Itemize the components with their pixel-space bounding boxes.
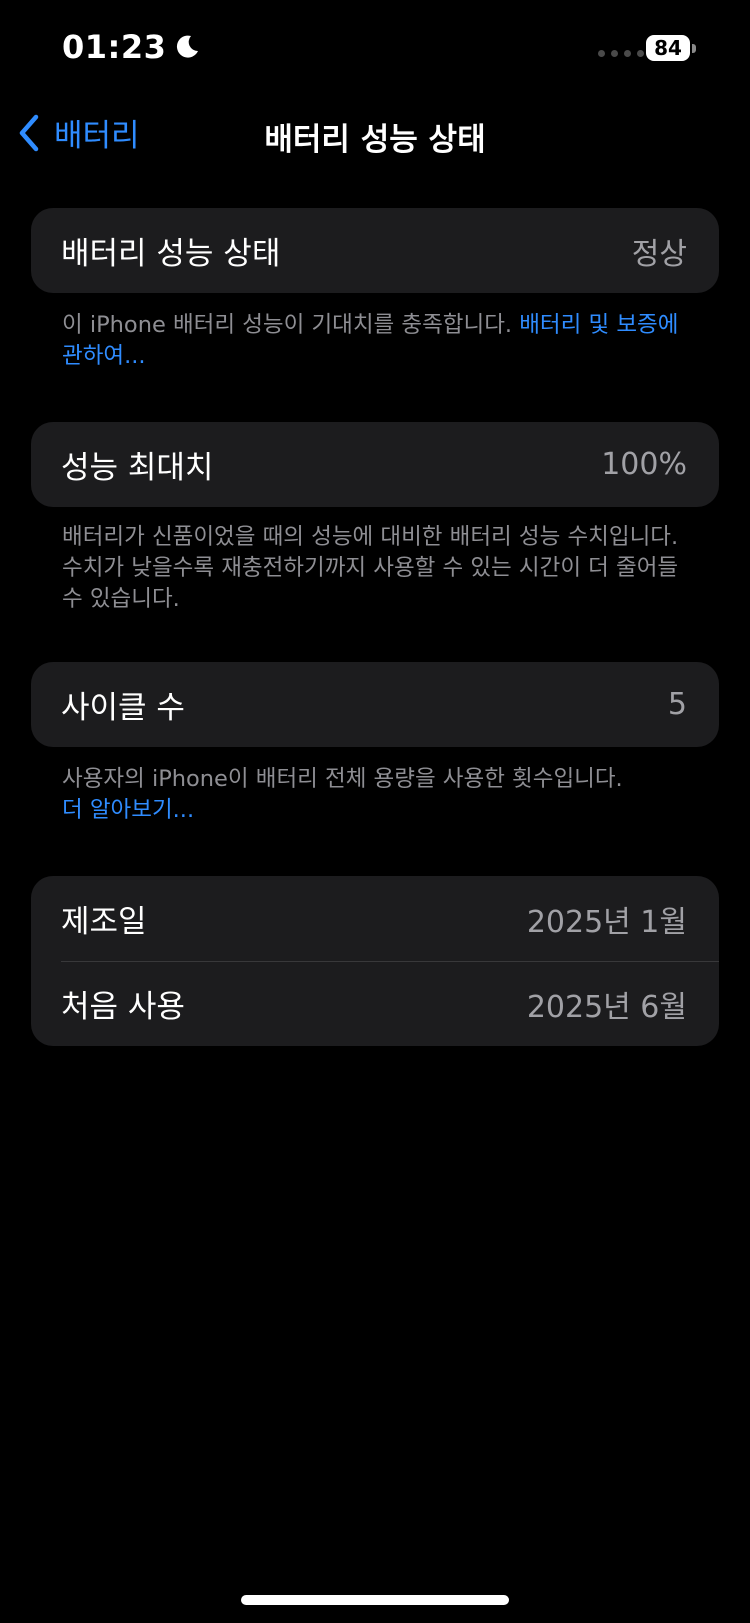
max-capacity-value: 100% xyxy=(601,447,687,482)
cycle-count-card: 사이클 수 5 xyxy=(31,662,719,747)
battery-tip xyxy=(692,43,696,53)
status-time: 01:23 xyxy=(62,28,200,66)
max-capacity-row: 성능 최대치 100% xyxy=(31,422,719,507)
manufacture-date-label: 제조일 xyxy=(61,904,147,940)
cycle-count-row: 사이클 수 5 xyxy=(31,662,719,747)
cycle-count-footnote: 사용자의 iPhone이 배터리 전체 용량을 사용한 횟수입니다. 더 알아보… xyxy=(62,764,702,826)
max-capacity-card: 성능 최대치 100% xyxy=(31,422,719,507)
first-use-label: 처음 사용 xyxy=(61,989,185,1025)
home-indicator[interactable] xyxy=(241,1595,509,1605)
health-value: 정상 xyxy=(631,236,687,272)
health-card: 배터리 성능 상태 정상 xyxy=(31,208,719,293)
cycle-count-label: 사이클 수 xyxy=(61,690,185,726)
health-footnote-text: 이 iPhone 배터리 성능이 기대치를 충족합니다. xyxy=(62,312,520,338)
manufacture-date-value: 2025년 1월 xyxy=(526,904,687,940)
signal-dots-icon xyxy=(598,50,644,57)
first-use-row: 처음 사용 2025년 6월 xyxy=(31,961,719,1046)
max-capacity-footnote: 배터리가 신품이었을 때의 성능에 대비한 배터리 성능 수치입니다. 수치가 … xyxy=(62,524,679,612)
dates-card: 제조일 2025년 1월 처음 사용 2025년 6월 xyxy=(31,876,719,1046)
moon-icon xyxy=(177,35,199,58)
health-label: 배터리 성능 상태 xyxy=(61,236,281,272)
cycle-count-value: 5 xyxy=(667,687,687,722)
health-row: 배터리 성능 상태 정상 xyxy=(31,208,719,293)
page-title: 배터리 성능 상태 xyxy=(264,122,486,158)
learn-more-link[interactable]: 더 알아보기... xyxy=(62,795,702,826)
battery-icon: 84 xyxy=(646,35,696,61)
status-bar: 01:23 84 xyxy=(0,0,750,96)
status-time-text: 01:23 xyxy=(62,28,167,66)
max-capacity-label: 성능 최대치 xyxy=(61,450,214,486)
nav-bar: 배터리 배터리 성능 상태 xyxy=(0,96,750,170)
battery-level: 84 xyxy=(646,35,690,61)
cycle-count-footnote-text: 사용자의 iPhone이 배터리 전체 용량을 사용한 횟수입니다. xyxy=(62,766,623,792)
health-footnote: 이 iPhone 배터리 성능이 기대치를 충족합니다. 배터리 및 보증에 관… xyxy=(62,310,702,372)
first-use-value: 2025년 6월 xyxy=(526,989,687,1025)
manufacture-date-row: 제조일 2025년 1월 xyxy=(31,876,719,961)
